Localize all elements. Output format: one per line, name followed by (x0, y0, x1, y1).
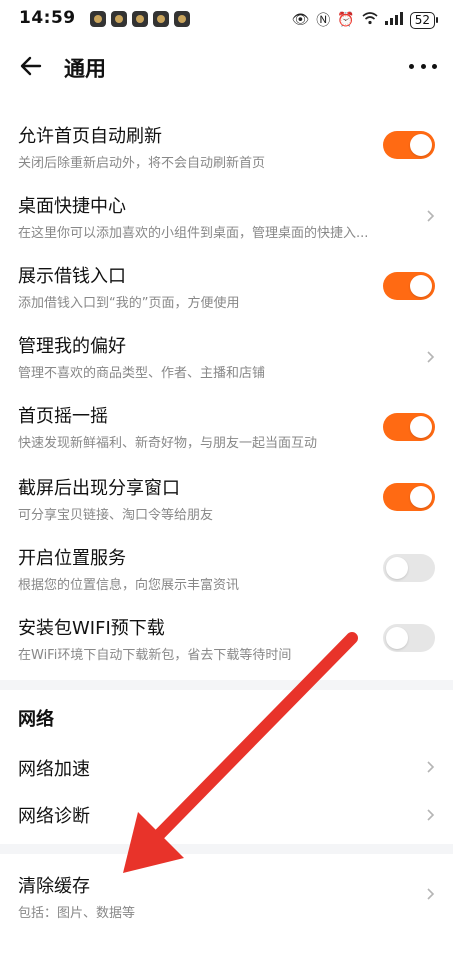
clear-cache-subtitle: 包括：图片、数据等 (18, 906, 136, 921)
setting-title: 截屏后出现分享窗口 (18, 478, 180, 499)
clear-cache-row[interactable]: 清除缓存 包括：图片、数据等 (0, 860, 453, 932)
battery-indicator: 52 (409, 11, 439, 29)
nfc-icon: Ⓝ (316, 13, 331, 29)
network-item-acceleration[interactable]: 网络加速 (0, 745, 453, 791)
status-right: 👁 Ⓝ ⏰ 52 (291, 10, 439, 30)
page-title: 通用 (64, 57, 106, 81)
shake-toggle[interactable] (383, 413, 435, 441)
setting-title: 允许首页自动刷新 (18, 126, 162, 147)
setting-row-screenshot-share[interactable]: 截屏后出现分享窗口 可分享宝贝链接、淘口令等给朋友 (0, 462, 453, 532)
setting-row-shake[interactable]: 首页摇一摇 快速发现新鲜福利、新奇好物，与朋友一起当面互动 (0, 392, 453, 462)
section-title-network: 网络 (18, 709, 54, 730)
wifi-icon (362, 11, 378, 29)
back-arrow-icon[interactable] (18, 52, 46, 80)
chevron-right-icon (427, 809, 435, 821)
status-bar: 14:59 👁 Ⓝ ⏰ 52 (0, 0, 453, 40)
setting-title: 安装包WIFI预下载 (18, 618, 165, 639)
setting-title: 开启位置服务 (18, 548, 126, 569)
chevron-right-icon (427, 888, 435, 900)
loan-entry-toggle[interactable] (383, 272, 435, 300)
setting-title: 展示借钱入口 (18, 266, 126, 287)
setting-title: 桌面快捷中心 (18, 196, 126, 217)
setting-row-desktop-shortcuts[interactable]: 桌面快捷中心 在这里你可以添加喜欢的小组件到桌面，管理桌面的快捷入... (0, 182, 453, 252)
setting-title: 首页摇一摇 (18, 406, 108, 427)
nav-bar: 通用 (0, 40, 453, 98)
notification-icons (90, 11, 190, 27)
eye-icon: 👁 (291, 12, 310, 28)
auto-refresh-toggle[interactable] (383, 131, 435, 159)
setting-title: 管理我的偏好 (18, 336, 126, 357)
alarm-icon: ⏰ (337, 12, 355, 28)
setting-subtitle: 关闭后除重新启动外，将不会自动刷新首页 (18, 156, 266, 171)
network-item-diagnosis[interactable]: 网络诊断 (0, 792, 453, 838)
setting-row-preferences[interactable]: 管理我的偏好 管理不喜欢的商品类型、作者、主播和店铺 (0, 322, 453, 392)
section-divider (0, 844, 453, 854)
app-notification-icon (153, 11, 169, 27)
screenshot-share-toggle[interactable] (383, 483, 435, 511)
setting-row-loan-entry[interactable]: 展示借钱入口 添加借钱入口到“我的”页面，方便使用 (0, 252, 453, 322)
setting-subtitle: 可分享宝贝链接、淘口令等给朋友 (18, 508, 214, 523)
chevron-right-icon (427, 351, 435, 363)
more-options-icon[interactable] (409, 54, 437, 78)
setting-subtitle: 在WiFi环境下自动下载新包，省去下载等待时间 (18, 648, 292, 663)
setting-row-wifi-predownload[interactable]: 安装包WIFI预下载 在WiFi环境下自动下载新包，省去下载等待时间 (0, 602, 453, 674)
network-item-label: 网络加速 (18, 759, 90, 780)
app-notification-icon (132, 11, 148, 27)
setting-subtitle: 根据您的位置信息，向您展示丰富资讯 (18, 578, 240, 593)
setting-subtitle: 在这里你可以添加喜欢的小组件到桌面，管理桌面的快捷入... (18, 226, 369, 241)
app-notification-icon (174, 11, 190, 27)
clear-cache-title: 清除缓存 (18, 876, 90, 897)
chevron-right-icon (427, 210, 435, 222)
setting-subtitle: 快速发现新鲜福利、新奇好物，与朋友一起当面互动 (18, 436, 318, 451)
location-toggle[interactable] (383, 554, 435, 582)
setting-subtitle: 添加借钱入口到“我的”页面，方便使用 (18, 296, 240, 311)
setting-row-location[interactable]: 开启位置服务 根据您的位置信息，向您展示丰富资讯 (0, 532, 453, 602)
setting-subtitle: 管理不喜欢的商品类型、作者、主播和店铺 (18, 366, 266, 381)
status-time: 14:59 (19, 8, 76, 28)
wifi-predownload-toggle[interactable] (383, 624, 435, 652)
app-notification-icon (90, 11, 106, 27)
network-item-label: 网络诊断 (18, 806, 90, 827)
signal-icon (384, 11, 403, 29)
app-notification-icon (111, 11, 127, 27)
section-divider (0, 680, 453, 690)
setting-row-auto-refresh[interactable]: 允许首页自动刷新 关闭后除重新启动外，将不会自动刷新首页 (0, 112, 453, 182)
chevron-right-icon (427, 761, 435, 773)
